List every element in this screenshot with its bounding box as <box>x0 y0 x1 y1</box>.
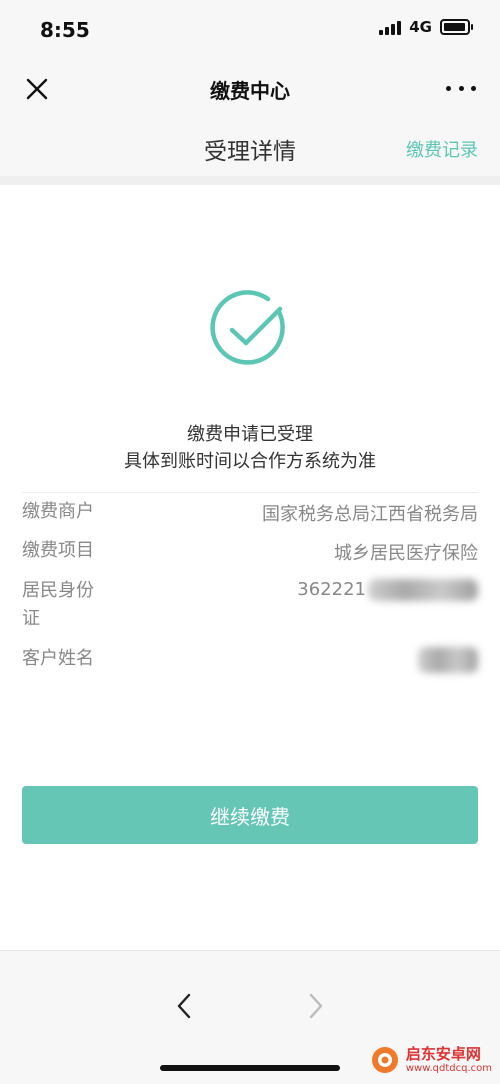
continue-payment-button[interactable]: 继续缴费 <box>22 786 478 844</box>
chevron-left-icon <box>177 993 191 1019</box>
item-value: 城乡居民医疗保险 <box>334 543 478 564</box>
more-dot-icon <box>471 85 476 91</box>
nav-bar: 缴费中心 <box>0 60 500 118</box>
customer-name-label: 客户姓名 <box>22 648 94 669</box>
chevron-right-icon <box>309 993 323 1019</box>
section-divider <box>0 176 500 185</box>
id-card-label: 居民身份证 <box>22 580 94 629</box>
nav-title: 缴费中心 <box>210 79 290 103</box>
bottom-nav-bar: 启东安卓网 www.qdtdcq.com <box>0 950 500 1084</box>
home-indicator[interactable] <box>160 1065 340 1071</box>
status-bar: 8:55 4G <box>0 0 500 60</box>
customer-name-redaction <box>418 647 478 673</box>
item-label: 缴费项目 <box>22 540 94 561</box>
divider <box>22 492 478 493</box>
id-card-number: 362221 <box>297 579 366 600</box>
forward-button[interactable] <box>304 991 328 1021</box>
back-button[interactable] <box>172 991 196 1021</box>
more-dot-icon <box>446 85 451 91</box>
result-message: 缴费申请已受理 <box>187 424 313 445</box>
merchant-value: 国家税务总局江西省税务局 <box>262 504 478 525</box>
check-circle-icon <box>210 290 285 365</box>
status-indicators: 4G <box>379 18 473 36</box>
network-type: 4G <box>409 18 432 36</box>
id-card-value: 362221 <box>297 579 478 601</box>
signal-icon <box>379 19 402 35</box>
merchant-label: 缴费商户 <box>22 501 94 522</box>
id-card-redaction <box>368 579 478 601</box>
site-watermark: 启东安卓网 www.qdtdcq.com <box>370 1045 492 1075</box>
more-dot-icon <box>458 85 464 91</box>
more-button[interactable] <box>446 82 476 94</box>
result-subtext: 具体到账时间以合作方系统为准 <box>124 451 376 472</box>
battery-icon <box>440 19 473 35</box>
payment-record-link[interactable]: 缴费记录 <box>406 136 478 162</box>
watermark-logo-icon <box>371 1047 398 1073</box>
result-card: 缴费申请已受理 具体到账时间以合作方系统为准 缴费商户 国家税务总局江西省税务局… <box>0 185 500 950</box>
subheader: 受理详情 缴费记录 <box>0 118 500 176</box>
watermark-title: 启东安卓网 <box>405 1045 481 1064</box>
watermark-url: www.qdtdcq.com <box>405 1062 492 1074</box>
customer-name-value <box>418 647 478 673</box>
status-time: 8:55 <box>40 18 90 42</box>
